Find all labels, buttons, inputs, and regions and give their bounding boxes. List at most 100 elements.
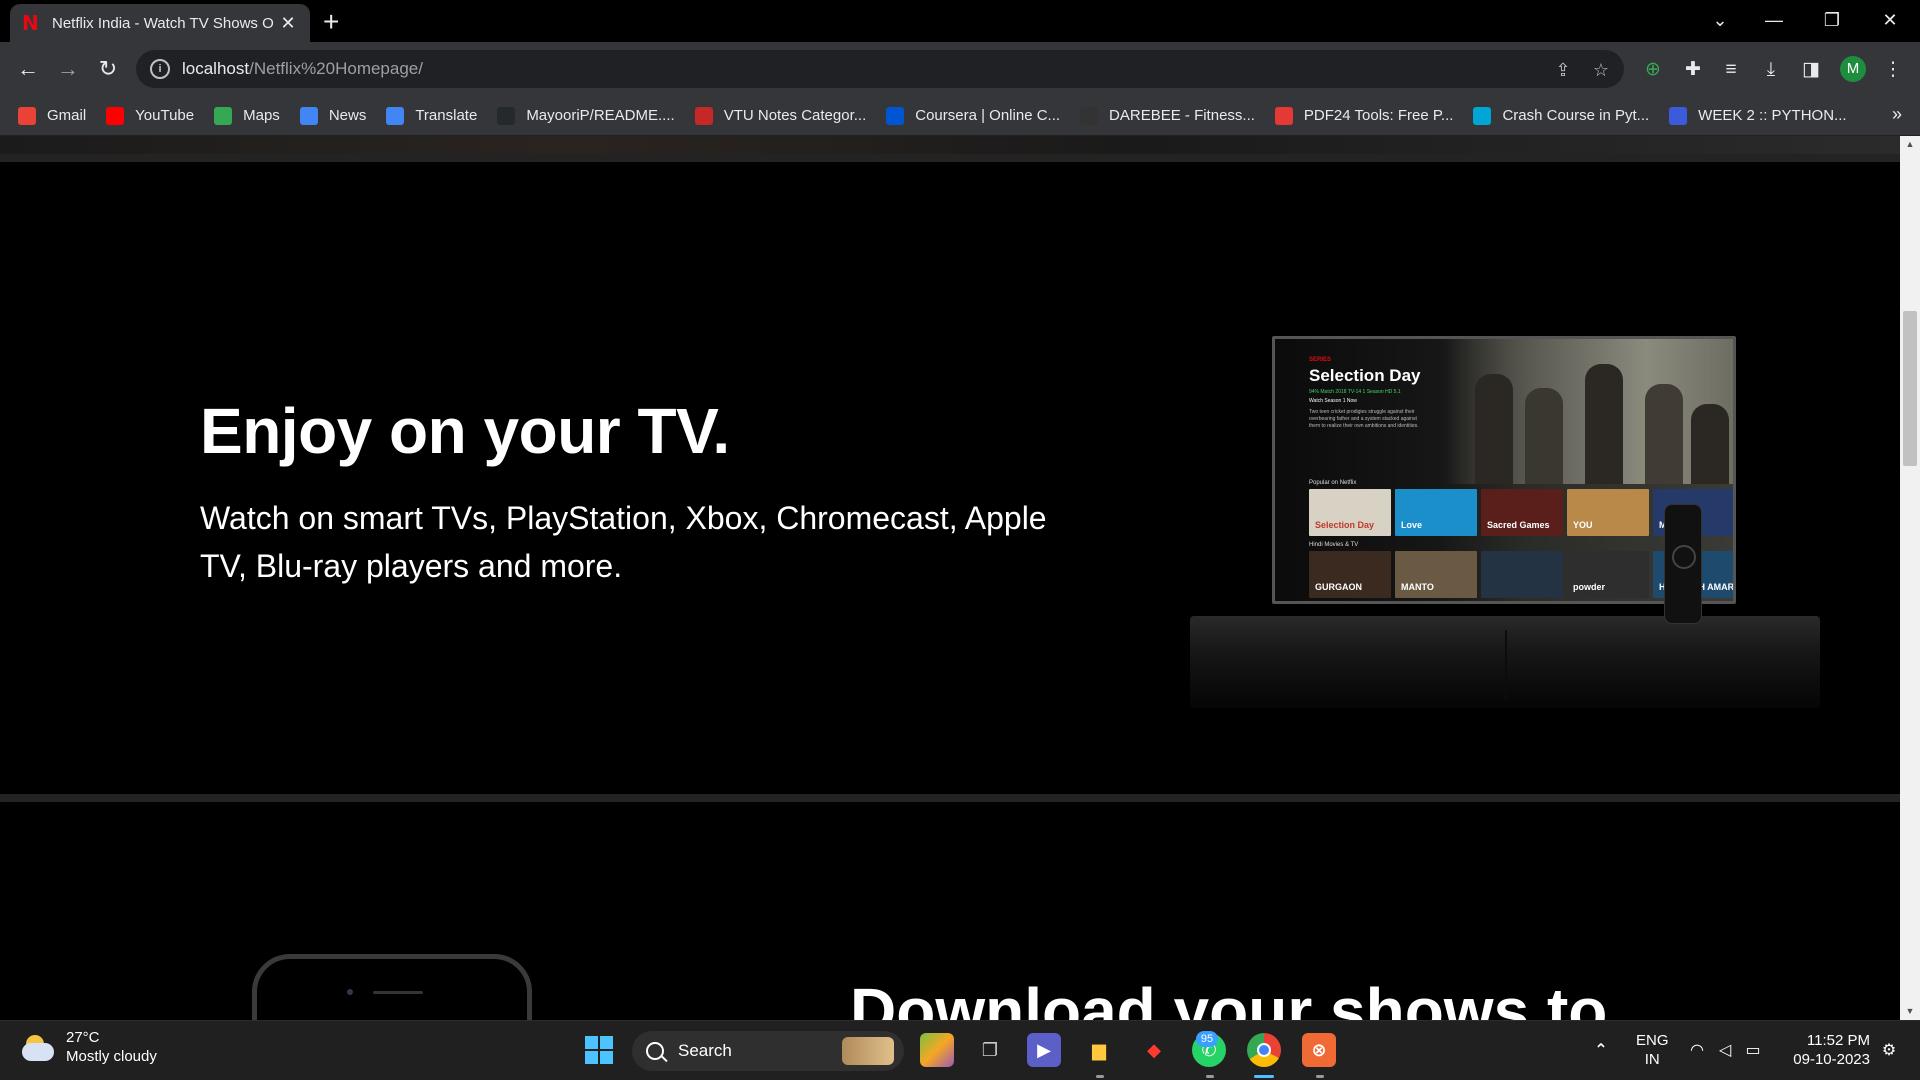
bookmark-item[interactable]: Coursera | Online C...	[886, 106, 1060, 125]
system-clock[interactable]: 11:52 PM 09-10-2023	[1786, 1031, 1870, 1069]
maps-icon	[214, 106, 233, 125]
bookmark-item[interactable]: MayooriP/README....	[497, 106, 675, 125]
minimize-button[interactable]: —	[1746, 0, 1802, 40]
more-bookmarks-button[interactable]: »	[1892, 104, 1902, 125]
bookmark-item[interactable]: Gmail	[18, 106, 87, 125]
bookmark-label: Translate	[415, 107, 478, 124]
weather-condition: Mostly cloudy	[66, 1048, 157, 1065]
file-explorer-icon[interactable]: ▆	[1082, 1033, 1116, 1067]
row-label-popular: Popular on Netflix	[1309, 480, 1357, 486]
scrollbar-thumb[interactable]	[1903, 311, 1917, 466]
downloads-icon[interactable]: ⤓	[1758, 57, 1784, 83]
bookmark-item[interactable]: News	[299, 106, 366, 125]
tab-search-chevron-icon[interactable]: ⌄	[1692, 0, 1748, 40]
bookmark-item[interactable]: WEEK 2 :: PYTHON...	[1669, 106, 1847, 125]
language-indicator[interactable]: ENG IN	[1636, 1031, 1669, 1069]
notifications-icon[interactable]: ⚙	[1872, 1033, 1906, 1067]
menu-kebab-icon[interactable]: ⋮	[1880, 57, 1906, 83]
bookmark-item[interactable]: YouTube	[106, 106, 195, 125]
close-tab-icon[interactable]: ✕	[278, 13, 298, 34]
show-tile-title: Sacred Games	[1487, 520, 1550, 530]
new-tab-button[interactable]: +	[323, 6, 339, 38]
running-indicator	[1206, 1075, 1214, 1078]
share-icon[interactable]: ⇪	[1552, 59, 1574, 81]
restore-button[interactable]: ❐	[1804, 0, 1860, 40]
show-tile: powder	[1567, 551, 1649, 598]
tv-stand	[1190, 616, 1820, 708]
taskbar-search[interactable]: Search	[632, 1031, 904, 1071]
show-hidden-icons-chevron-icon[interactable]: ⌃	[1584, 1033, 1618, 1067]
weather-widget[interactable]: 27°C Mostly cloudy	[20, 1029, 157, 1067]
bookmark-item[interactable]: DAREBEE - Fitness...	[1080, 106, 1255, 125]
coursera-icon	[886, 106, 905, 125]
region-code: IN	[1644, 1051, 1660, 1068]
show-title: Selection Day	[1309, 366, 1421, 385]
bookmark-label: Crash Course in Pyt...	[1502, 107, 1650, 124]
language-code: ENG	[1636, 1032, 1669, 1049]
gmail-icon	[18, 106, 36, 125]
extension-plus-icon[interactable]: ⊕	[1640, 57, 1666, 83]
bookmark-item[interactable]: Crash Course in Pyt...	[1473, 106, 1650, 125]
reload-button[interactable]: ↻	[94, 55, 122, 83]
clock-date: 09-10-2023	[1793, 1051, 1870, 1068]
pdf24-icon	[1274, 106, 1293, 125]
url-path: /Netflix%20Homepage/	[249, 59, 423, 78]
chrome-icon[interactable]	[1247, 1033, 1281, 1067]
show-description: Two teen cricket prodigies struggle agai…	[1309, 409, 1419, 429]
tv-illustration: SERIES Selection Day 94% Match 2018 TV-1…	[1190, 336, 1820, 716]
scroll-down-arrow-icon[interactable]: ▼	[1900, 1003, 1920, 1020]
windows-taskbar: 27°C Mostly cloudy Search ❐ ▶ ▆ ◆ ✆ 95 ⊗…	[0, 1020, 1920, 1080]
bookmark-item[interactable]: Maps	[214, 106, 280, 125]
watch-label: Watch Season 1 Now	[1309, 398, 1357, 404]
back-button[interactable]: ←	[14, 55, 42, 83]
translate-icon	[386, 106, 405, 125]
show-tile	[1481, 551, 1563, 598]
show-tile: Sacred Games	[1481, 489, 1563, 536]
show-tile: YOU	[1567, 489, 1649, 536]
task-view-icon[interactable]: ❐	[973, 1033, 1007, 1067]
bookmark-label: VTU Notes Categor...	[723, 107, 867, 124]
reading-list-icon[interactable]: ≡	[1718, 57, 1744, 83]
app-orange-icon[interactable]: ⊗	[1302, 1033, 1336, 1067]
whatsapp-notification-badge: 95	[1196, 1031, 1218, 1047]
show-tile-title: MANTO	[1401, 582, 1434, 592]
series-label: SERIES	[1309, 357, 1332, 363]
show-tile: Love	[1395, 489, 1477, 536]
show-hero-scene	[1445, 339, 1733, 484]
teams-chat-icon[interactable]: ▶	[1027, 1033, 1061, 1067]
youtube-icon	[106, 106, 125, 125]
download-section-heading: Download your shows to	[850, 975, 1608, 1020]
bookmark-item[interactable]: PDF24 Tools: Free P...	[1274, 106, 1453, 125]
close-window-button[interactable]: ✕	[1862, 0, 1918, 40]
windows-start-icon[interactable]	[582, 1033, 616, 1067]
row-label-hindi: Hindi Movies & TV	[1309, 542, 1359, 548]
crashcourse-icon	[1473, 106, 1492, 125]
darebee-icon	[1080, 106, 1099, 125]
bookmark-item[interactable]: VTU Notes Categor...	[694, 106, 867, 125]
battery-icon[interactable]: ▭	[1736, 1033, 1770, 1067]
app-diamond-icon[interactable]: ◆	[1137, 1033, 1171, 1067]
bookmark-label: Gmail	[47, 107, 87, 124]
netflix-favicon-icon: N	[22, 11, 39, 35]
bookmark-label: YouTube	[135, 107, 195, 124]
show-tile-title: powder	[1573, 582, 1606, 592]
profile-avatar[interactable]: M	[1840, 56, 1866, 82]
tab-netflix[interactable]: N Netflix India - Watch TV Shows O ✕	[10, 4, 310, 42]
bookmark-label: Maps	[243, 107, 280, 124]
search-icon	[646, 1042, 664, 1060]
side-panel-icon[interactable]: ◨	[1798, 57, 1824, 83]
bookmark-star-icon[interactable]: ☆	[1590, 59, 1612, 81]
bookmark-label: MayooriP/README....	[526, 107, 675, 124]
copilot-icon[interactable]	[920, 1033, 954, 1067]
bookmark-item[interactable]: Translate	[386, 106, 478, 125]
show-tile: MANTO	[1395, 551, 1477, 598]
forward-button[interactable]: →	[54, 55, 82, 83]
browser-toolbar: ← → ↻ i localhost/Netflix%20Homepage/ ⇪ …	[0, 42, 1920, 96]
bookmark-label: WEEK 2 :: PYTHON...	[1698, 107, 1847, 124]
show-meta: 94% Match 2018 TV-14 1 Season HD 5.1	[1309, 389, 1401, 395]
site-info-icon[interactable]: i	[150, 59, 170, 79]
page-scrollbar[interactable]: ▲ ▼	[1900, 136, 1920, 1020]
extensions-puzzle-icon[interactable]: ✚	[1680, 57, 1706, 83]
address-bar[interactable]: i localhost/Netflix%20Homepage/ ⇪ ☆	[136, 50, 1624, 88]
scroll-up-arrow-icon[interactable]: ▲	[1900, 136, 1920, 153]
